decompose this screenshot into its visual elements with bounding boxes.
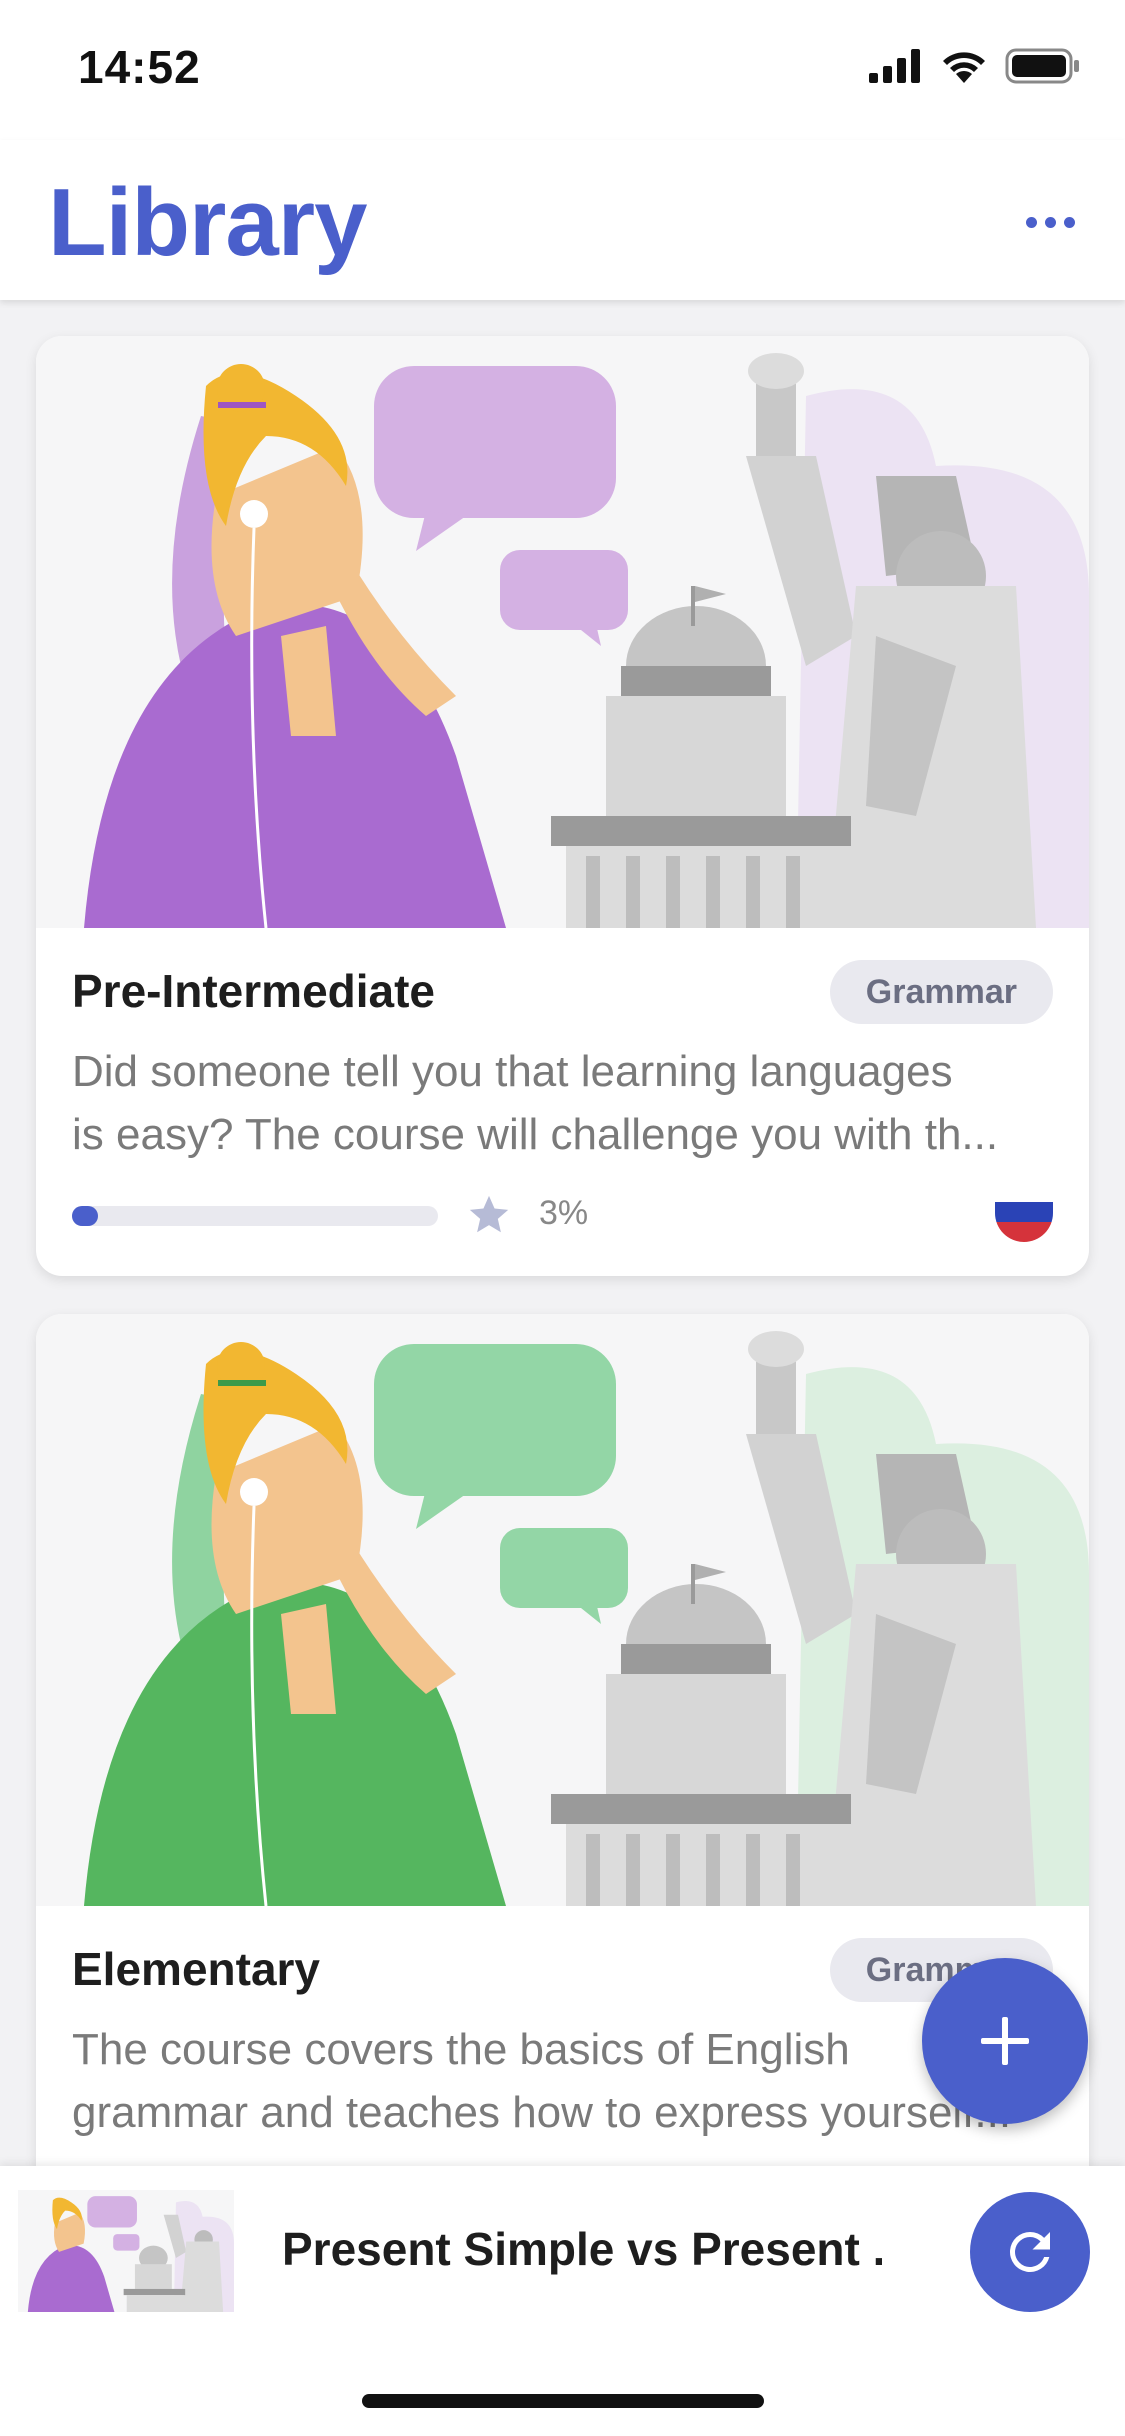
page-title: Library	[48, 169, 367, 276]
course-title: Elementary	[72, 1943, 321, 1995]
more-options-button[interactable]	[1005, 192, 1095, 252]
more-horizontal-icon	[1025, 216, 1037, 228]
course-description: Did someone tell you that learning langu…	[72, 1040, 1062, 1166]
now-playing-title: Present Simple vs Present ...	[282, 2223, 882, 2275]
course-title: Pre-Intermediate	[72, 965, 436, 1017]
course-card[interactable]: Elementary Grammar The course covers the…	[36, 1314, 1089, 2254]
cellular-signal-icon	[869, 49, 920, 83]
course-progress-text: 3%	[539, 1194, 589, 1232]
replay-icon	[1009, 2232, 1050, 2272]
course-progress-bar	[72, 1206, 438, 1226]
course-tag: Grammar	[829, 960, 1053, 1024]
course-description-line: The course covers the basics of English	[72, 2025, 850, 2074]
replay-button[interactable]	[970, 2192, 1090, 2312]
course-description: The course covers the basics of English …	[72, 2018, 1062, 2144]
home-indicator[interactable]	[362, 2394, 764, 2408]
course-progress-fill	[72, 1206, 98, 1226]
course-description-line: grammar and teaches how to express yours…	[72, 2088, 1012, 2137]
status-time: 14:52	[78, 41, 201, 93]
course-description-line: is easy? The course will challenge you w…	[72, 1110, 999, 1159]
lesson-thumbnail	[18, 2190, 234, 2312]
add-course-button[interactable]	[922, 1958, 1088, 2124]
russian-flag-icon	[995, 1202, 1053, 1242]
status-icons	[869, 48, 1081, 84]
course-illustration	[36, 336, 1089, 928]
battery-icon	[1005, 48, 1079, 84]
star-icon[interactable]	[466, 1192, 512, 1238]
status-bar: 14:52	[0, 0, 1125, 140]
wifi-icon	[943, 52, 985, 83]
plus-icon	[981, 2017, 1029, 2065]
course-description-line: Did someone tell you that learning langu…	[72, 1047, 953, 1096]
course-illustration	[36, 1314, 1089, 1906]
app-header: Library	[0, 140, 1125, 300]
course-card[interactable]: Pre-Intermediate Grammar Did someone tel…	[36, 336, 1089, 1276]
